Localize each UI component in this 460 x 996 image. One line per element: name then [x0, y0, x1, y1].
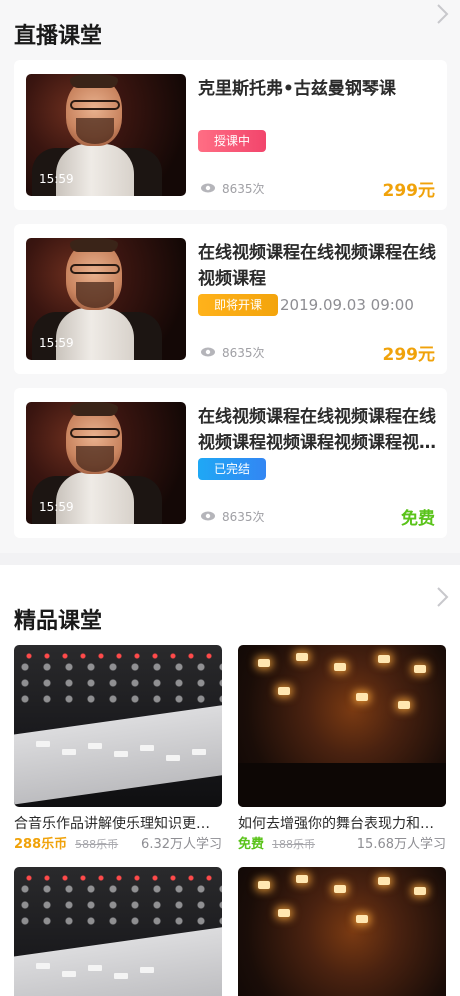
course-title[interactable]: 克里斯托弗•古兹曼钢琴课 [198, 76, 438, 102]
console-knobs [14, 659, 222, 709]
featured-course-card[interactable]: 合音乐作品讲解使乐理知识更加丰富 288乐币 588乐币 6.32万人学习 [14, 645, 222, 855]
console-fader [88, 965, 102, 971]
featured-course-title[interactable]: 如何去增强你的舞台表现力和感染力 [238, 813, 446, 835]
featured-course-card[interactable]: 如何去增强你的舞台表现力和感染力 免费 188乐币 15.68万人学习 [238, 645, 446, 855]
thumb-figure [70, 264, 120, 274]
stage-light [278, 909, 290, 917]
console-fader [36, 963, 50, 969]
live-course-card[interactable]: 15:59 在线视频课程在线视频课程在线视频课程视频课程视频课程视频课程 已完结… [14, 388, 447, 538]
console-fader [166, 755, 180, 761]
live-course-card[interactable]: 15:59 克里斯托弗•古兹曼钢琴课 授课中 8635次 299元 [14, 60, 447, 210]
featured-price: 288乐币 [14, 837, 68, 852]
stage-light [378, 877, 390, 885]
eye-icon [201, 511, 215, 521]
stage-light [278, 687, 290, 695]
learner-count: 15.68万人学习 [356, 837, 446, 852]
thumb-figure [70, 238, 118, 252]
console-fader [114, 973, 128, 979]
thumb-figure [76, 282, 114, 308]
learner-count: 6.32万人学习 [141, 837, 222, 852]
thumb-figure [76, 118, 114, 144]
video-duration: 15:59 [39, 172, 74, 186]
featured-course-meta: 288乐币 588乐币 6.32万人学习 [14, 835, 222, 855]
live-section-title: 直播课堂 [14, 24, 103, 49]
console-fader [62, 971, 76, 977]
stage-light [334, 885, 346, 893]
course-price: 免费 [401, 509, 435, 529]
thumb-figure [56, 308, 134, 360]
stage-light [378, 655, 390, 663]
course-cover-image[interactable] [238, 867, 446, 996]
console-deck [14, 924, 222, 996]
live-more-chevron-icon[interactable] [430, 2, 454, 26]
featured-course-card[interactable] [14, 867, 222, 996]
course-cover-image[interactable] [238, 645, 446, 807]
stage-crowd [238, 763, 446, 807]
status-badge: 即将开课 [198, 294, 279, 316]
stage-light [296, 875, 308, 883]
thumb-figure [70, 100, 120, 110]
console-fader [88, 743, 102, 749]
stage-light [334, 663, 346, 671]
thumb-figure [56, 472, 134, 524]
console-fader [62, 749, 76, 755]
stage-light [414, 887, 426, 895]
thumb-figure [70, 428, 120, 438]
course-cover-image[interactable] [14, 867, 222, 996]
stage-light [296, 653, 308, 661]
thumb-figure [76, 446, 114, 472]
console-knobs [14, 881, 222, 931]
eye-icon [201, 183, 215, 193]
console-fader [36, 741, 50, 747]
featured-classes-section: 精品课堂 合音乐作品讲解使乐理知识更加丰富 288乐币 588乐币 6.32万人… [0, 565, 460, 996]
thumb-figure [56, 144, 134, 196]
featured-price: 免费 [238, 837, 265, 852]
featured-course-title[interactable]: 合音乐作品讲解使乐理知识更加丰富 [14, 813, 222, 835]
featured-more-chevron-icon[interactable] [430, 585, 454, 609]
original-price: 588乐币 [75, 838, 119, 851]
stage-light [258, 659, 270, 667]
video-duration: 15:59 [39, 500, 74, 514]
view-count-text: 8635次 [222, 509, 265, 524]
featured-section-title: 精品课堂 [14, 609, 103, 634]
view-count: 8635次 [200, 508, 265, 524]
stage-light [356, 915, 368, 923]
start-time: 2019.09.03 09:00 [280, 296, 414, 314]
console-fader [114, 751, 128, 757]
live-classes-section: 直播课堂 15:59 克里斯托弗•古兹曼钢琴课 授课中 8635次 299元 1… [0, 0, 460, 553]
course-thumbnail[interactable]: 15:59 [26, 402, 186, 524]
featured-course-card[interactable] [238, 867, 446, 996]
view-count-text: 8635次 [222, 181, 265, 196]
course-title[interactable]: 在线视频课程在线视频课程在线视频课程视频课程视频课程视频课程 [198, 404, 438, 456]
eye-icon [201, 347, 215, 357]
stage-light [356, 693, 368, 701]
status-badge: 已完结 [198, 458, 267, 480]
stage-light [398, 701, 410, 709]
featured-course-meta: 免费 188乐币 15.68万人学习 [238, 835, 446, 855]
status-badge: 授课中 [198, 130, 267, 152]
video-duration: 15:59 [39, 336, 74, 350]
course-title[interactable]: 在线视频课程在线视频课程在线视频课程 [198, 240, 438, 292]
course-price: 299元 [382, 345, 436, 365]
view-count: 8635次 [200, 180, 265, 196]
console-fader [140, 967, 154, 973]
thumb-figure [70, 74, 118, 88]
course-thumbnail[interactable]: 15:59 [26, 74, 186, 196]
stage-light [258, 881, 270, 889]
console-fader [140, 745, 154, 751]
course-thumbnail[interactable]: 15:59 [26, 238, 186, 360]
live-course-card[interactable]: 15:59 在线视频课程在线视频课程在线视频课程 即将开课 2019.09.03… [14, 224, 447, 374]
thumb-figure [70, 402, 118, 416]
course-cover-image[interactable] [14, 645, 222, 807]
original-price: 188乐币 [272, 838, 316, 851]
view-count: 8635次 [200, 344, 265, 360]
view-count-text: 8635次 [222, 345, 265, 360]
console-fader [192, 749, 206, 755]
course-price: 299元 [382, 181, 436, 201]
stage-light [414, 665, 426, 673]
